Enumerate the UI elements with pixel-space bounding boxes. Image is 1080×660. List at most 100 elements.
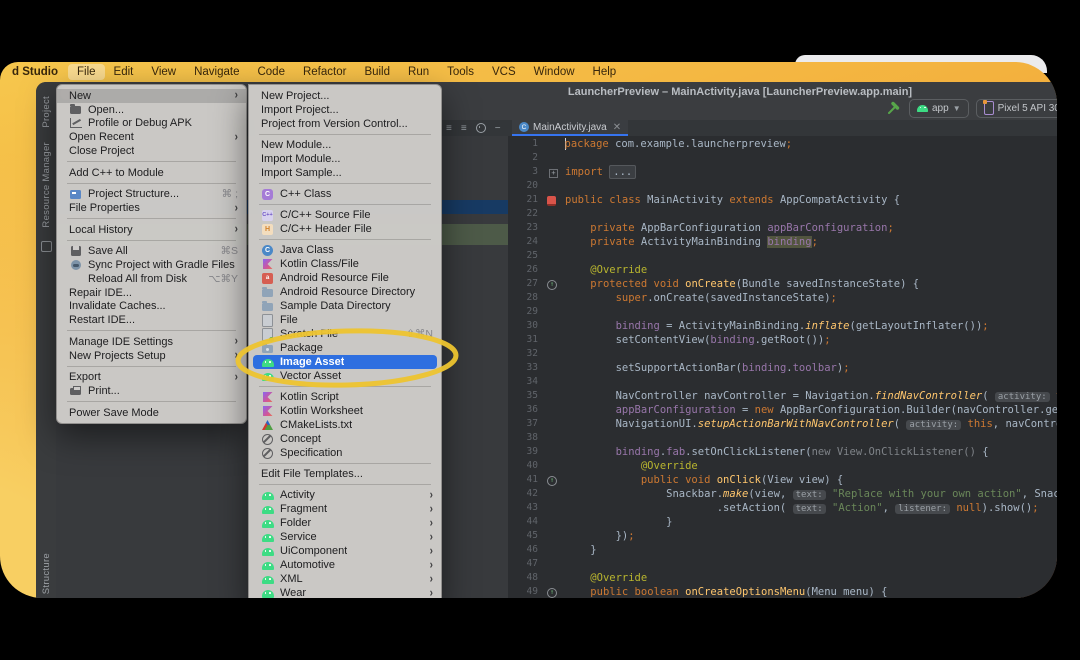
menu-item-fragment[interactable]: Fragment›	[249, 502, 441, 516]
menu-item-add-c-to-module[interactable]: Add C++ to Module	[57, 166, 246, 180]
menubar-item-edit[interactable]: Edit	[105, 64, 143, 80]
menubar-item-vcs[interactable]: VCS	[483, 64, 525, 80]
menu-item-automotive[interactable]: Automotive›	[249, 558, 441, 572]
menu-item-new[interactable]: New›	[57, 89, 246, 103]
menu-item-android-resource-directory[interactable]: Android Resource Directory	[249, 285, 441, 299]
menu-item-sample-data-directory[interactable]: Sample Data Directory	[249, 299, 441, 313]
menu-item-c-c-source-file[interactable]: C++C/C++ Source File	[249, 208, 441, 222]
code-text: private ActivityMainBinding binding;	[565, 235, 818, 249]
code-line-21: 21public class MainActivity extends AppC…	[508, 193, 1057, 207]
submenu-arrow-icon: ›	[430, 489, 433, 502]
hide-panel-icon[interactable]: −	[495, 123, 501, 134]
fold-icon[interactable]: +	[549, 169, 558, 178]
menu-item-close-project[interactable]: Close Project	[57, 144, 246, 158]
menu-item-wear[interactable]: Wear›	[249, 586, 441, 598]
menubar-item-refactor[interactable]: Refactor	[294, 64, 355, 80]
build-hammer-icon[interactable]	[886, 100, 902, 116]
menubar-item-view[interactable]: View	[142, 64, 185, 80]
menu-item-android-resource-file[interactable]: aAndroid Resource File	[249, 271, 441, 285]
tab-label: MainActivity.java	[533, 122, 607, 133]
menu-item-folder[interactable]: Folder›	[249, 516, 441, 530]
menu-item-manage-ide-settings[interactable]: Manage IDE Settings›	[57, 335, 246, 349]
line-number: 37	[508, 417, 543, 431]
menu-item-xml[interactable]: XML›	[249, 572, 441, 586]
menu-item-new-projects-setup[interactable]: New Projects Setup›	[57, 349, 246, 363]
menu-item-c-c-header-file[interactable]: HC/C++ Header File	[249, 222, 441, 236]
menu-item-file-properties[interactable]: File Properties›	[57, 201, 246, 215]
menu-item-cmakelists-txt[interactable]: CMakeLists.txt	[249, 418, 441, 432]
menu-item-specification[interactable]: Specification	[249, 446, 441, 460]
tool-window-structure[interactable]: Structure	[41, 553, 52, 594]
menu-item-invalidate-caches[interactable]: Invalidate Caches...	[57, 299, 246, 313]
overriding-method-icon[interactable]: ↑	[547, 588, 557, 598]
menu-item-reload-all-from-disk[interactable]: Reload All from Disk⌥⌘Y	[57, 272, 246, 286]
menu-item-c-class[interactable]: CC++ Class	[249, 187, 441, 201]
menu-item-import-module[interactable]: Import Module...	[249, 152, 441, 166]
menu-item-service[interactable]: Service›	[249, 530, 441, 544]
menubar-item-file[interactable]: File	[68, 64, 105, 80]
menu-item-kotlin-script[interactable]: Kotlin Script	[249, 390, 441, 404]
gear-icon[interactable]	[476, 123, 486, 133]
menu-item-kotlin-worksheet[interactable]: Kotlin Worksheet	[249, 404, 441, 418]
menubar-item-tools[interactable]: Tools	[438, 64, 483, 80]
menu-item-new-module[interactable]: New Module...	[249, 138, 441, 152]
cpp-class-icon: C	[261, 189, 274, 200]
menubar-item-navigate[interactable]: Navigate	[185, 64, 248, 80]
menubar-item-help[interactable]: Help	[584, 64, 626, 80]
menu-item-label: Reload All from Disk	[88, 273, 187, 285]
menu-item-vector-asset[interactable]: Vector Asset	[249, 369, 441, 383]
menu-item-activity[interactable]: Activity ›	[249, 488, 441, 502]
gutter	[543, 515, 565, 529]
menu-item-concept[interactable]: Concept	[249, 432, 441, 446]
folder-icon	[69, 105, 82, 114]
menubar-item-code[interactable]: Code	[248, 64, 294, 80]
menu-item-package[interactable]: Package	[249, 341, 441, 355]
tab-mainactivity[interactable]: C MainActivity.java ✕	[512, 120, 628, 136]
menu-item-project-structure[interactable]: Project Structure...⌘ ;	[57, 187, 246, 201]
submenu-arrow-icon: ›	[235, 371, 238, 384]
collapse-all-icon[interactable]: ≡	[461, 123, 467, 134]
menubar-item-build[interactable]: Build	[355, 64, 399, 80]
menu-item-new-project[interactable]: New Project...	[249, 89, 441, 103]
menu-item-edit-file-templates[interactable]: Edit File Templates...	[249, 467, 441, 481]
menu-item-image-asset[interactable]: Image Asset	[253, 355, 437, 369]
device-selector[interactable]: Pixel 5 API 30 ▼	[976, 99, 1057, 118]
menu-item-open-recent[interactable]: Open Recent›	[57, 130, 246, 144]
build-variants-icon[interactable]	[41, 241, 52, 252]
menu-item-import-sample[interactable]: Import Sample...	[249, 166, 441, 180]
menu-item-import-project[interactable]: Import Project...	[249, 103, 441, 117]
overriding-method-icon[interactable]: ↑	[547, 280, 557, 290]
menu-item-open[interactable]: Open...	[57, 103, 246, 117]
menu-item-java-class[interactable]: CJava Class	[249, 243, 441, 257]
menu-item-kotlin-class-file[interactable]: Kotlin Class/File	[249, 257, 441, 271]
menu-item-project-from-version-control[interactable]: Project from Version Control...	[249, 117, 441, 131]
menu-item-export[interactable]: Export›	[57, 370, 246, 384]
menu-item-repair-ide[interactable]: Repair IDE...	[57, 286, 246, 300]
menu-item-file[interactable]: File	[249, 313, 441, 327]
code-line-41: 41↑ public void onClick(View view) {	[508, 473, 1057, 487]
menu-item-scratch-file[interactable]: Scratch File⇧⌘N	[249, 327, 441, 341]
android-class-icon[interactable]	[547, 196, 556, 206]
menubar-item-window[interactable]: Window	[525, 64, 584, 80]
select-opened-file-icon[interactable]: ≡	[446, 123, 452, 134]
menu-item-profile-or-debug-apk[interactable]: Profile or Debug APK	[57, 117, 246, 131]
overriding-method-icon[interactable]: ↑	[547, 476, 557, 486]
code-line-26: 26 @Override	[508, 263, 1057, 277]
menu-item-power-save-mode[interactable]: Power Save Mode	[57, 406, 246, 420]
menu-item-local-history[interactable]: Local History›	[57, 223, 246, 237]
menu-item-sync-project-with-gradle-files[interactable]: Sync Project with Gradle Files	[57, 258, 246, 272]
menu-item-save-all[interactable]: Save All⌘S	[57, 244, 246, 258]
menubar-item-run[interactable]: Run	[399, 64, 438, 80]
menu-item-label: File Properties	[69, 202, 140, 214]
menu-item-uicomponent[interactable]: UiComponent›	[249, 544, 441, 558]
menu-item-restart-ide[interactable]: Restart IDE...	[57, 313, 246, 327]
code-editor[interactable]: 1package com.example.launcherpreview;23+…	[508, 136, 1057, 598]
module-selector[interactable]: app ▼	[909, 99, 969, 118]
tool-window-project[interactable]: Project	[41, 96, 52, 128]
line-number: 32	[508, 347, 543, 361]
menu-item-print[interactable]: Print...	[57, 384, 246, 398]
tool-window-resource-manager[interactable]: Resource Manager	[41, 142, 52, 228]
menu-item-label: Activity	[280, 489, 315, 501]
code-text: });	[565, 529, 635, 543]
close-icon[interactable]: ✕	[613, 122, 621, 133]
